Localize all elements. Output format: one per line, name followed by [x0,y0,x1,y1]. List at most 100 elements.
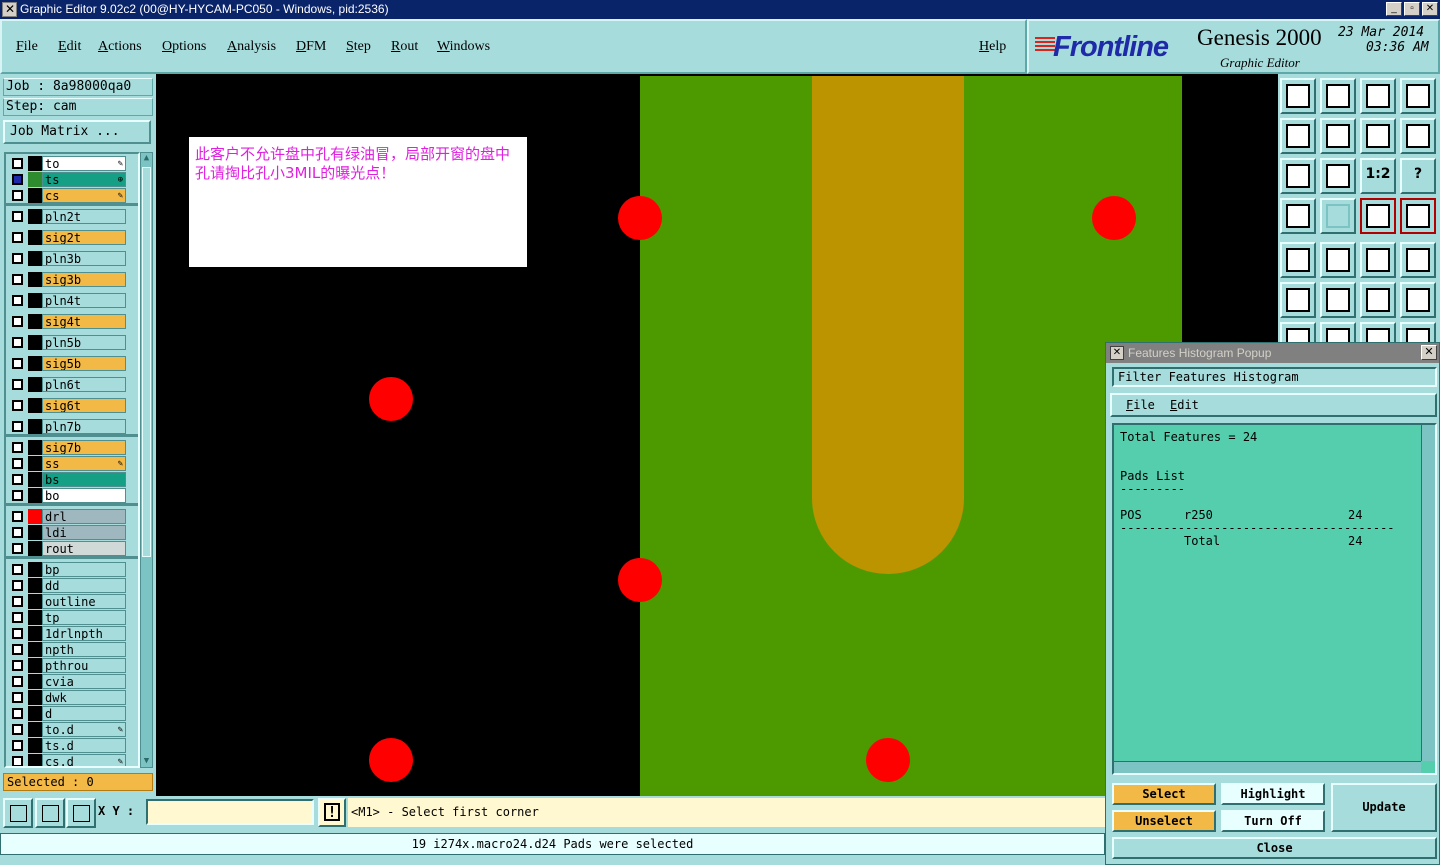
app-icon[interactable] [2,0,17,19]
layer-color-swatch[interactable] [28,156,42,171]
menu-dfm[interactable]: DFM [296,39,326,55]
layer-checkbox[interactable] [12,316,23,327]
layer-row[interactable]: d [8,706,126,721]
layer-name[interactable]: cs.d ✎ [42,754,126,766]
layer-color-swatch[interactable] [28,456,42,471]
layer-row[interactable]: sig4t [8,314,126,329]
tool-connect-icon[interactable] [1280,282,1316,318]
layer-row[interactable]: pln3b [8,251,126,266]
layer-row[interactable]: pln7b [8,419,126,434]
tool-layers-icon[interactable] [1360,198,1396,234]
layer-name[interactable]: pln4t [42,293,126,308]
tool-pan-right-icon[interactable] [1320,118,1356,154]
layer-row[interactable]: pln2t [8,209,126,224]
layer-name[interactable]: dwk [42,690,126,705]
tool-net-icon[interactable] [1400,198,1436,234]
layer-checkbox[interactable] [12,511,23,522]
layer-color-swatch[interactable] [28,314,42,329]
restore-button[interactable]: ▫ [1404,2,1420,16]
layer-color-swatch[interactable] [28,525,42,540]
layer-name[interactable]: pln2t [42,209,126,224]
tool-home-icon[interactable] [1360,78,1396,114]
tool-help-button[interactable]: ? [1400,158,1436,194]
layer-row[interactable]: sig2t [8,230,126,245]
layer-name[interactable]: d [42,706,126,721]
menu-options[interactable]: Options [162,39,206,55]
layer-name[interactable]: pln7b [42,419,126,434]
layer-checkbox[interactable] [12,458,23,469]
snap-grid-icon[interactable] [66,798,96,828]
layer-checkbox[interactable] [12,724,23,735]
pad-feature[interactable] [618,558,662,602]
layer-row[interactable]: ss ✎ [8,456,126,471]
histogram-hscroll[interactable] [1114,761,1421,773]
layer-color-swatch[interactable] [28,674,42,689]
tool-layer-up-icon[interactable] [1280,78,1316,114]
layer-name[interactable]: outline [42,594,126,609]
layer-name[interactable]: drl [42,509,126,524]
layer-name[interactable]: sig5b [42,356,126,371]
layer-color-swatch[interactable] [28,706,42,721]
layer-color-swatch[interactable] [28,251,42,266]
layer-row[interactable]: drl [8,509,126,524]
layer-name[interactable]: to ✎ [42,156,126,171]
layer-checkbox[interactable] [12,580,23,591]
layer-checkbox[interactable] [12,708,23,719]
tool-select-icon[interactable] [1280,242,1316,278]
layer-color-swatch[interactable] [28,626,42,641]
popup-app-icon[interactable]: ✕ [1110,346,1124,360]
warning-button[interactable]: ! [318,798,346,827]
layer-row[interactable]: bs [8,472,126,487]
layer-checkbox[interactable] [12,628,23,639]
menu-analysis[interactable]: Analysis [227,39,276,55]
menu-rout[interactable]: Rout [391,39,418,55]
layer-row[interactable]: rout [8,541,126,556]
scroll-up-icon[interactable]: ▲ [141,153,152,164]
histogram-text-area[interactable]: Total Features = 24 Pads List --------- … [1112,423,1437,775]
layer-color-swatch[interactable] [28,209,42,224]
tool-scale-button[interactable]: 1:2 [1360,158,1396,194]
job-matrix-button[interactable]: Job Matrix ... [3,120,151,144]
highlight-button[interactable]: Highlight [1221,783,1325,805]
tool-delete-icon[interactable] [1320,282,1356,318]
layer-color-swatch[interactable] [28,578,42,593]
layer-row[interactable]: npth [8,642,126,657]
layer-name[interactable]: pln3b [42,251,126,266]
layer-checkbox[interactable] [12,190,23,201]
layer-name[interactable]: sig7b [42,440,126,455]
layer-checkbox[interactable] [12,421,23,432]
menu-windows[interactable]: Windows [437,39,490,55]
tool-ruler-icon[interactable] [1360,242,1396,278]
layer-name[interactable]: pthrou [42,658,126,673]
layer-checkbox[interactable] [12,543,23,554]
layer-row[interactable]: ts ⊕ [8,172,126,187]
layer-name[interactable]: 1drlnpth [42,626,126,641]
layer-name[interactable]: npth [42,642,126,657]
unselect-button[interactable]: Unselect [1112,810,1216,832]
popup-menu-edit[interactable]: Edit [1170,395,1199,415]
layer-color-swatch[interactable] [28,377,42,392]
popup-menu-file[interactable]: File [1126,395,1155,415]
layer-name[interactable]: dd [42,578,126,593]
layer-row[interactable]: to ✎ [8,156,126,171]
layer-row[interactable]: cvia [8,674,126,689]
layer-color-swatch[interactable] [28,356,42,371]
layer-checkbox[interactable] [12,527,23,538]
tool-arc-icon[interactable] [1400,282,1436,318]
layer-row[interactable]: sig7b [8,440,126,455]
zoom-area-icon[interactable] [3,798,33,828]
layer-name[interactable]: bs [42,472,126,487]
layer-name[interactable]: to.d ✎ [42,722,126,737]
layer-row[interactable]: to.d ✎ [8,722,126,737]
tool-grid-icon[interactable] [1320,198,1356,234]
layer-checkbox[interactable] [12,232,23,243]
layer-checkbox[interactable] [12,158,23,169]
zoom-out-area-icon[interactable] [35,798,65,828]
pad-feature[interactable] [1092,196,1136,240]
layer-name[interactable]: cs ✎ [42,188,126,203]
histogram-vscroll[interactable] [1421,425,1435,761]
layer-name[interactable]: rout [42,541,126,556]
layer-checkbox[interactable] [12,274,23,285]
layer-checkbox[interactable] [12,596,23,607]
layer-checkbox[interactable] [12,358,23,369]
